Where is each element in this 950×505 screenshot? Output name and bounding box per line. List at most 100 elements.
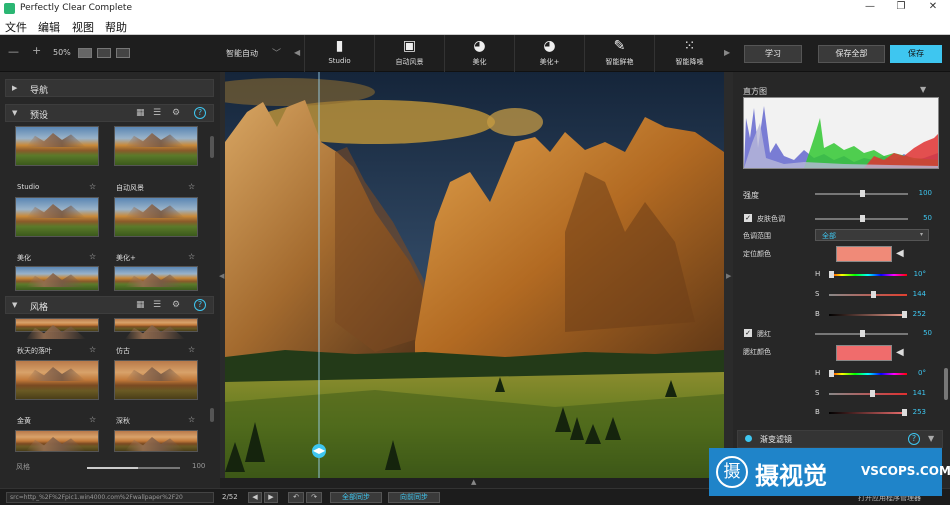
preset-thumb[interactable] bbox=[15, 266, 99, 291]
star-icon[interactable]: ☆ bbox=[188, 415, 195, 424]
right-panel-scrollbar[interactable] bbox=[944, 368, 948, 400]
preset-thumb-studio[interactable] bbox=[15, 126, 99, 166]
menu-edit[interactable]: 编辑 bbox=[38, 19, 60, 35]
tool-beautify[interactable]: ◕ 美化 bbox=[444, 35, 514, 72]
list-view-icon[interactable]: ☰ bbox=[153, 300, 161, 310]
chevron-down-icon[interactable]: ﹀ bbox=[272, 46, 281, 59]
save-all-button[interactable]: 保存全部 bbox=[818, 45, 885, 63]
collapse-left-arrow-icon[interactable]: ◀ bbox=[219, 272, 224, 280]
zoom-out-button[interactable]: — bbox=[8, 45, 19, 58]
side-by-side-view-icon[interactable] bbox=[116, 48, 130, 58]
brightness-slider[interactable] bbox=[829, 311, 907, 318]
preset-select[interactable]: 智能自动 bbox=[226, 48, 258, 59]
style-thumb[interactable] bbox=[15, 430, 99, 452]
list-view-icon[interactable]: ☰ bbox=[153, 108, 161, 118]
style-strength-slider[interactable] bbox=[87, 467, 180, 469]
star-icon[interactable]: ☆ bbox=[188, 252, 195, 261]
help-icon[interactable]: ? bbox=[194, 107, 206, 119]
hue-slider[interactable] bbox=[829, 271, 907, 278]
blush-brightness-slider[interactable] bbox=[829, 409, 907, 416]
next-image-button[interactable]: ▶ bbox=[264, 492, 278, 503]
navigator-header[interactable]: ▶ 导航 bbox=[5, 79, 214, 97]
styles-header[interactable]: ▼ 风格 ▦ ☰ ⚙ ? bbox=[5, 296, 214, 314]
hue-knob[interactable] bbox=[829, 271, 835, 278]
redo-icon[interactable]: ↷ bbox=[306, 492, 322, 503]
prev-image-button[interactable]: ◀ bbox=[248, 492, 262, 503]
eyedropper-arrow-icon[interactable]: ◀ bbox=[896, 347, 904, 358]
tool-studio[interactable]: ▮ Studio bbox=[304, 35, 374, 72]
split-handle-icon[interactable]: ◀▶ bbox=[312, 444, 326, 458]
star-icon[interactable]: ☆ bbox=[188, 182, 195, 191]
photo-canvas[interactable]: ◀▶ bbox=[225, 72, 724, 478]
maximize-icon[interactable]: ❐ bbox=[886, 1, 916, 12]
skin-tone-slider[interactable] bbox=[815, 215, 908, 222]
tool-auto-landscape[interactable]: ▣ 自动风景 bbox=[374, 35, 444, 72]
eyedropper-arrow-icon[interactable]: ◀ bbox=[896, 248, 904, 259]
star-icon[interactable]: ☆ bbox=[89, 182, 96, 191]
tool-smart-denoise[interactable]: ⁙ 智能降噪 bbox=[654, 35, 724, 72]
style-thumb[interactable] bbox=[15, 318, 99, 332]
gear-icon[interactable]: ⚙ bbox=[172, 108, 180, 118]
presets-header[interactable]: ▼ 预设 ▦ ☰ ⚙ ? bbox=[5, 104, 214, 122]
menu-file[interactable]: 文件 bbox=[5, 19, 27, 35]
tool-smart-vivid[interactable]: ✎ 智能鲜艳 bbox=[584, 35, 654, 72]
skin-tone-knob[interactable] bbox=[859, 215, 865, 222]
single-view-icon[interactable] bbox=[78, 48, 92, 58]
blush-color-swatch[interactable] bbox=[836, 345, 892, 361]
preset-thumb-auto-landscape[interactable] bbox=[114, 126, 198, 166]
tool-beautify-plus[interactable]: ◕ 美化+ bbox=[514, 35, 584, 72]
collapse-right-arrow-icon[interactable]: ▶ bbox=[726, 272, 731, 280]
star-icon[interactable]: ☆ bbox=[89, 252, 96, 261]
tools-right-arrow-icon[interactable]: ▶ bbox=[724, 48, 730, 57]
preset-thumb-beautify-plus[interactable] bbox=[114, 197, 198, 237]
blush-hue-knob[interactable] bbox=[829, 370, 834, 377]
save-button[interactable]: 保存 bbox=[890, 45, 942, 63]
strength-knob[interactable] bbox=[859, 190, 865, 197]
grid-view-icon[interactable]: ▦ bbox=[136, 108, 145, 118]
preset-thumb[interactable] bbox=[114, 266, 198, 291]
strength-slider[interactable] bbox=[815, 190, 908, 197]
zoom-in-button[interactable]: + bbox=[32, 44, 41, 57]
blush-knob[interactable] bbox=[859, 330, 865, 337]
style-thumb[interactable] bbox=[114, 430, 198, 452]
skin-tone-checkbox[interactable]: ✓ bbox=[744, 214, 752, 222]
star-icon[interactable]: ☆ bbox=[89, 345, 96, 354]
sync-forward-button[interactable]: 向前同步 bbox=[388, 492, 440, 503]
learn-button[interactable]: 学习 bbox=[744, 45, 802, 63]
collapse-icon[interactable]: ▼ bbox=[920, 85, 926, 94]
file-path-select[interactable]: src=http_%2F%2Fpic1.win4000.com%2Fwallpa… bbox=[6, 492, 214, 503]
target-color-swatch[interactable] bbox=[836, 246, 892, 262]
blush-saturation-knob[interactable] bbox=[869, 390, 875, 397]
blush-slider[interactable] bbox=[815, 330, 908, 337]
sync-all-button[interactable]: 全部同步 bbox=[330, 492, 382, 503]
tone-range-select[interactable]: 全部 ▾ bbox=[815, 229, 929, 241]
blush-hue-slider[interactable] bbox=[829, 370, 907, 377]
blush-saturation-slider[interactable] bbox=[829, 390, 907, 397]
split-view-icon[interactable] bbox=[97, 48, 111, 58]
close-icon[interactable]: ✕ bbox=[918, 1, 948, 12]
blush-checkbox[interactable]: ✓ bbox=[744, 329, 752, 337]
minimize-icon[interactable]: — bbox=[855, 1, 885, 12]
gear-icon[interactable]: ⚙ bbox=[172, 300, 180, 310]
style-thumb-late-autumn[interactable] bbox=[114, 360, 198, 400]
style-thumb[interactable] bbox=[114, 318, 198, 332]
toggle-dot-icon[interactable] bbox=[745, 435, 752, 442]
styles-scrollbar[interactable] bbox=[210, 408, 214, 422]
help-icon[interactable]: ? bbox=[908, 433, 920, 445]
collapse-icon[interactable]: ▼ bbox=[928, 434, 934, 443]
help-icon[interactable]: ? bbox=[194, 299, 206, 311]
gradient-filter-header[interactable]: 渐变滤镜 ? ▼ bbox=[737, 430, 943, 448]
style-thumb-gold[interactable] bbox=[15, 360, 99, 400]
saturation-knob[interactable] bbox=[871, 291, 877, 298]
saturation-slider[interactable] bbox=[829, 291, 907, 298]
preset-thumb-beautify[interactable] bbox=[15, 197, 99, 237]
tools-left-arrow-icon[interactable]: ◀ bbox=[294, 48, 300, 57]
star-icon[interactable]: ☆ bbox=[188, 345, 195, 354]
star-icon[interactable]: ☆ bbox=[89, 415, 96, 424]
presets-scrollbar[interactable] bbox=[210, 136, 214, 158]
menu-help[interactable]: 帮助 bbox=[105, 19, 127, 35]
grid-view-icon[interactable]: ▦ bbox=[136, 300, 145, 310]
collapse-bottom-arrow-icon[interactable]: ▲ bbox=[471, 478, 476, 486]
menu-view[interactable]: 视图 bbox=[72, 19, 94, 35]
undo-icon[interactable]: ↶ bbox=[288, 492, 304, 503]
